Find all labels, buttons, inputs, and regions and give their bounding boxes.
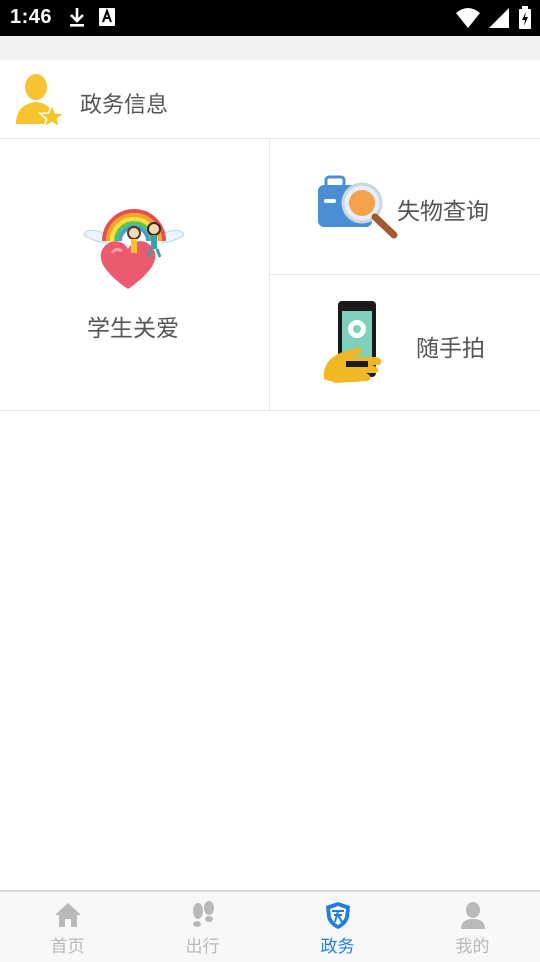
nav-mine-label: 我的 <box>455 937 490 957</box>
a-badge-icon <box>99 8 115 26</box>
student-care-tile[interactable]: 学生关爱 <box>0 139 270 410</box>
battery-charging-icon <box>519 6 531 29</box>
user-star-icon <box>16 74 66 128</box>
home-icon <box>54 903 81 927</box>
nav-mine[interactable]: 我的 <box>405 892 540 962</box>
person-icon <box>460 902 485 929</box>
nav-travel[interactable]: 出行 <box>135 892 270 962</box>
download-icon <box>70 8 84 27</box>
nav-travel-label: 出行 <box>185 937 220 957</box>
nav-government[interactable]: 政务 <box>270 892 405 962</box>
status-time: 1:46 <box>10 6 53 28</box>
gray-spacer <box>0 36 540 60</box>
section-header: 政务信息 <box>0 60 540 139</box>
nav-home[interactable]: 首页 <box>0 892 135 962</box>
snapshot-tile[interactable]: 随手拍 <box>270 275 540 410</box>
service-grid: 学生关爱 失物查询 随手拍 <box>0 139 540 411</box>
snapshot-label: 随手拍 <box>416 336 485 362</box>
nav-home-label: 首页 <box>50 937 85 957</box>
status-bar: 1:46 <box>0 0 540 36</box>
suitcase-magnifier-icon <box>318 175 398 239</box>
signal-icon <box>489 8 509 28</box>
wifi-icon <box>456 8 480 28</box>
section-title: 政务信息 <box>80 93 169 118</box>
bottom-nav: 首页 出行 政务 我的 <box>0 890 540 962</box>
student-care-label: 学生关爱 <box>87 316 179 342</box>
lost-found-label: 失物查询 <box>397 199 489 225</box>
footprints-icon <box>192 901 214 927</box>
lost-found-tile[interactable]: 失物查询 <box>270 139 540 275</box>
nav-government-label: 政务 <box>320 937 355 957</box>
hand-phone-camera-icon <box>323 301 382 383</box>
rainbow-heart-kids-icon <box>83 209 185 289</box>
shield-icon <box>325 902 350 929</box>
